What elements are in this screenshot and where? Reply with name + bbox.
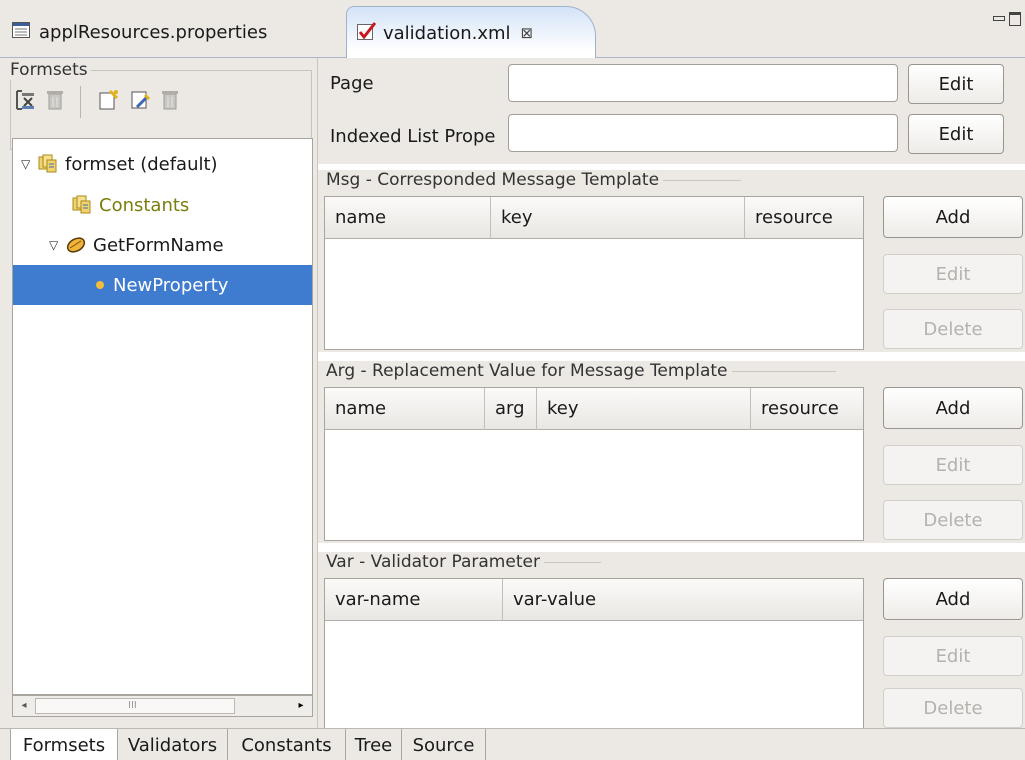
page-tab-bar: Formsets Validators Constants Tree Sourc… [0, 728, 1025, 760]
validation-check-icon [357, 21, 377, 46]
table-header: var-name var-value [325, 579, 863, 621]
horizontal-scrollbar[interactable]: ◂ III ▸ [12, 695, 313, 717]
new-formset-icon[interactable] [14, 89, 36, 116]
tab-validation-xml[interactable]: validation.xml ⊠ [346, 6, 596, 59]
formsets-legend: Formsets [7, 60, 91, 80]
new-form-icon[interactable] [97, 89, 119, 116]
editor-tab-bar: applResources.properties validation.xml … [0, 0, 1025, 59]
msg-edit-button[interactable]: Edit [883, 254, 1023, 294]
indexed-list-property-input[interactable] [508, 114, 898, 152]
table-header: name arg key resource [325, 388, 863, 430]
tree-node-label: GetFormName [93, 234, 224, 256]
expanded-triangle-icon[interactable]: ▽ [49, 238, 65, 252]
scroll-left-icon[interactable]: ◂ [15, 698, 33, 714]
tab-formsets[interactable]: Formsets [10, 729, 118, 760]
column-header-key[interactable]: key [537, 388, 751, 430]
indexed-edit-button[interactable]: Edit [908, 114, 1004, 154]
minimize-icon[interactable] [993, 16, 1005, 21]
arg-table[interactable]: name arg key resource [324, 387, 864, 541]
tree-node-getformname[interactable]: ▽ GetFormName [49, 225, 224, 265]
tab-label: validation.xml [383, 22, 511, 44]
var-add-button[interactable]: Add [883, 578, 1023, 620]
scroll-right-icon[interactable]: ▸ [292, 698, 310, 714]
tree-node-label: Constants [99, 194, 190, 216]
tab-constants[interactable]: Constants [228, 729, 346, 760]
formsets-tree[interactable]: ▽ formset (default) Constants ▽ GetFormN… [12, 138, 313, 695]
page-input[interactable] [508, 64, 898, 102]
window-controls [993, 12, 1021, 26]
column-header-var-name[interactable]: var-name [325, 579, 503, 621]
msg-table[interactable]: name key resource [324, 196, 864, 350]
column-header-key[interactable]: key [491, 197, 745, 239]
tree-node-formset[interactable]: ▽ formset (default) [21, 144, 218, 184]
column-header-resource[interactable]: resource [745, 197, 863, 239]
column-header-name[interactable]: name [325, 197, 491, 239]
scroll-grip: III [128, 700, 137, 711]
properties-panel: Page Edit Indexed List Prope Edit Msg - … [318, 58, 1025, 730]
arg-delete-button[interactable]: Delete [883, 500, 1023, 540]
formset-icon [71, 195, 93, 215]
formsets-toolbar [14, 86, 179, 118]
msg-add-button[interactable]: Add [883, 196, 1023, 238]
property-fields-area: Page Edit Indexed List Prope Edit [318, 58, 1025, 164]
close-icon[interactable]: ⊠ [521, 24, 534, 42]
column-header-arg[interactable]: arg [485, 388, 537, 430]
var-section: Var - Validator Parameter var-name var-v… [318, 552, 1025, 730]
delete-icon[interactable] [46, 89, 64, 116]
msg-section-title: Msg - Corresponded Message Template [326, 170, 664, 190]
tree-node-newproperty[interactable]: NewProperty [13, 265, 312, 305]
form-icon [65, 236, 87, 254]
edit-form-icon[interactable] [129, 89, 151, 116]
page-label: Page [330, 73, 374, 94]
column-header-name[interactable]: name [325, 388, 485, 430]
tree-node-label: NewProperty [113, 274, 229, 296]
tab-appl-resources[interactable]: applResources.properties [0, 6, 320, 58]
indexed-list-property-label: Indexed List Prope [330, 126, 496, 147]
arg-add-button[interactable]: Add [883, 387, 1023, 429]
tab-validators[interactable]: Validators [118, 729, 228, 760]
table-header: name key resource [325, 197, 863, 239]
properties-file-icon [12, 21, 30, 43]
msg-delete-button[interactable]: Delete [883, 309, 1023, 349]
var-table[interactable]: var-name var-value [324, 578, 864, 730]
expanded-triangle-icon[interactable]: ▽ [21, 157, 37, 171]
var-section-title: Var - Validator Parameter [326, 552, 544, 572]
tree-node-label: formset (default) [65, 153, 218, 175]
page-edit-button[interactable]: Edit [908, 64, 1004, 104]
tab-label: applResources.properties [39, 21, 268, 43]
toolbar-separator [80, 86, 81, 118]
arg-section-title: Arg - Replacement Value for Message Temp… [326, 361, 732, 381]
maximize-icon[interactable] [1009, 12, 1021, 26]
tab-source[interactable]: Source [402, 729, 486, 760]
formsets-panel: Formsets ▽ formset (default) Constants ▽… [0, 58, 318, 728]
column-header-var-value[interactable]: var-value [503, 579, 863, 621]
delete-icon[interactable] [161, 89, 179, 116]
arg-section: Arg - Replacement Value for Message Temp… [318, 361, 1025, 543]
column-header-resource[interactable]: resource [751, 388, 863, 430]
tab-tree[interactable]: Tree [346, 729, 402, 760]
formset-icon [37, 154, 59, 174]
tree-node-constants[interactable]: Constants [71, 185, 189, 225]
msg-section: Msg - Corresponded Message Template name… [318, 170, 1025, 352]
field-dot-icon [93, 278, 107, 292]
var-edit-button[interactable]: Edit [883, 636, 1023, 676]
arg-edit-button[interactable]: Edit [883, 445, 1023, 485]
var-delete-button[interactable]: Delete [883, 688, 1023, 728]
